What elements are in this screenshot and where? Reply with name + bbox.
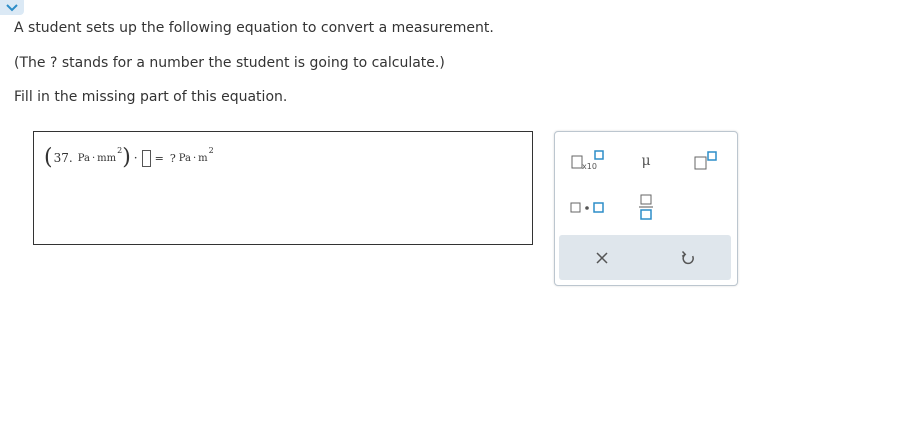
collapse-toggle[interactable] <box>0 0 24 15</box>
superscript-button[interactable] <box>685 146 725 176</box>
superscript-icon <box>694 151 717 170</box>
multiplication-dot-button[interactable] <box>565 196 609 220</box>
math-toolbox: x10 μ <box>554 131 738 286</box>
question-line-2: (The ? stands for a number the student i… <box>14 55 445 71</box>
undo-button[interactable] <box>673 243 703 273</box>
scientific-notation-icon: x10 <box>571 150 604 171</box>
result-unit-m: m <box>198 152 208 164</box>
mu-symbol: μ <box>641 153 651 169</box>
open-paren: ( <box>44 145 53 170</box>
question-line-3: Fill in the missing part of this equatio… <box>14 89 288 105</box>
equation: ( 37. Pa · mm 2 ) · = ? Pa · m 2 <box>44 144 214 172</box>
equation-exponent-right: 2 <box>208 145 214 155</box>
answer-box[interactable]: ( 37. Pa · mm 2 ) · = ? Pa · m 2 <box>33 131 533 245</box>
close-icon <box>596 252 608 264</box>
scientific-notation-button[interactable]: x10 <box>567 146 617 176</box>
toolbox-footer <box>559 235 731 280</box>
clear-button[interactable] <box>587 243 617 273</box>
close-paren: ) <box>122 145 131 170</box>
multiplication-dot-icon <box>570 202 604 213</box>
equation-exponent-left: 2 <box>117 145 123 155</box>
equation-unit-mm: mm <box>97 152 117 164</box>
micro-symbol-button[interactable]: μ <box>630 146 662 176</box>
result-unit-dot: · <box>192 152 197 164</box>
unknown-placeholder: ? <box>169 151 176 165</box>
sci-notation-label: x10 <box>582 162 597 171</box>
fraction-icon <box>639 194 653 220</box>
multiply-dot: · <box>133 151 138 165</box>
undo-icon <box>681 250 694 265</box>
conversion-factor-input[interactable] <box>141 149 151 167</box>
fraction-button[interactable] <box>631 190 661 224</box>
equation-unit-pa: Pa <box>77 152 90 164</box>
equals-sign: = <box>154 151 164 165</box>
result-unit-pa: Pa <box>178 152 191 164</box>
chevron-down-icon <box>6 4 18 12</box>
unit-dot: · <box>91 152 96 164</box>
equation-value: 37. <box>53 151 73 165</box>
question-line-1: A student sets up the following equation… <box>14 20 494 36</box>
